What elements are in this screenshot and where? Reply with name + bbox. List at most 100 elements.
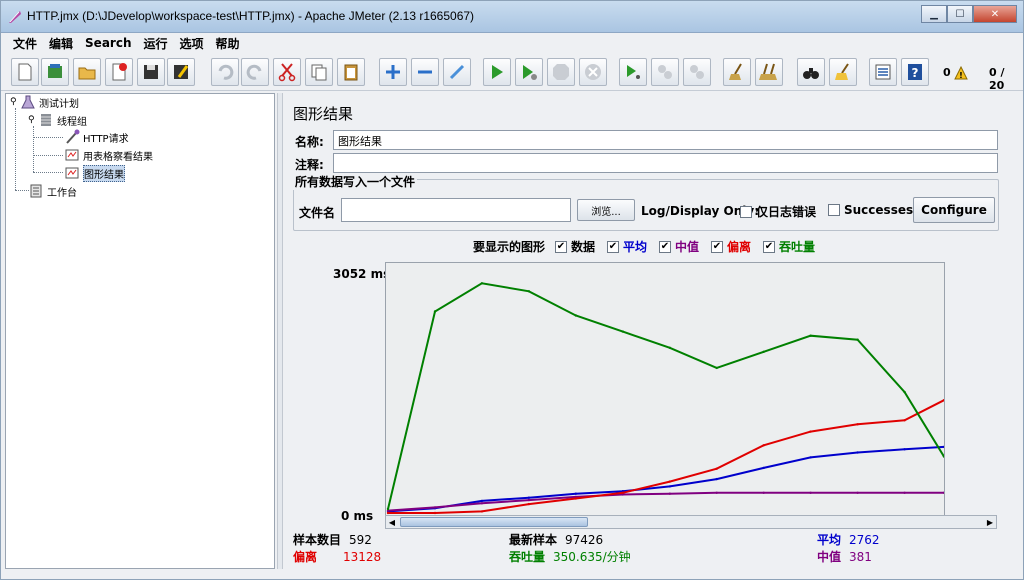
- successes-checkbox[interactable]: Successes: [828, 203, 913, 217]
- menu-help[interactable]: 帮助: [210, 35, 246, 52]
- listener-icon: [65, 167, 79, 179]
- title-bar: HTTP.jmx (D:\JDevelop\workspace-test\HTT…: [1, 1, 1023, 33]
- tree-item-workbench[interactable]: 工作台: [28, 183, 77, 199]
- copy-button[interactable]: [305, 58, 333, 86]
- broom-icon: [729, 63, 742, 80]
- graph-plot-area: [385, 262, 945, 516]
- minimize-button[interactable]: ▁: [921, 5, 947, 23]
- search-button[interactable]: [797, 58, 825, 86]
- scroll-right-arrow-icon[interactable]: ▶: [984, 516, 996, 528]
- expand-handle-icon[interactable]: ⚲: [10, 97, 20, 107]
- save-icon: [144, 65, 158, 79]
- graph-throughput-checkbox[interactable]: ✔ 吞吐量: [763, 238, 815, 255]
- series-point-1-11: [903, 491, 906, 494]
- menu-search[interactable]: Search: [79, 36, 137, 50]
- minus-icon: [418, 70, 432, 74]
- thread-spool-icon: [41, 114, 51, 126]
- stat-deviation: 偏离 13128: [293, 550, 382, 564]
- checkmark-icon: ✔: [607, 240, 619, 253]
- tree-item-graph-results[interactable]: 图形结果: [64, 164, 125, 182]
- series-point-3-8: [762, 350, 765, 353]
- series-point-2-1: [433, 511, 437, 515]
- menu-run[interactable]: 运行: [137, 35, 173, 52]
- graph-deviation-checkbox[interactable]: ✔ 偏离: [711, 238, 751, 255]
- y-axis-max-label: 3052 ms: [333, 267, 391, 281]
- scroll-thumb[interactable]: [400, 517, 588, 527]
- clear-button[interactable]: [723, 58, 751, 86]
- svg-text:!: !: [959, 71, 963, 80]
- remote-start-button[interactable]: [619, 58, 647, 86]
- series-point-0-8: [762, 466, 765, 470]
- warning-icon[interactable]: !: [954, 66, 968, 80]
- series-point-1-10: [856, 491, 859, 494]
- start-button[interactable]: [483, 58, 511, 86]
- stop-button[interactable]: [547, 58, 575, 86]
- scroll-left-arrow-icon[interactable]: ◀: [386, 516, 398, 528]
- graphs-to-display-label: 要显示的图形: [473, 240, 546, 254]
- graph-median-checkbox[interactable]: ✔ 中值: [659, 238, 699, 255]
- tree-item-http-request[interactable]: HTTP请求: [64, 129, 129, 145]
- errors-only-checkbox[interactable]: 仅日志错误: [740, 203, 816, 220]
- brooms-icon: [759, 63, 777, 80]
- filename-input[interactable]: [341, 198, 571, 222]
- undo-button[interactable]: [211, 58, 239, 86]
- jmeter-window: HTTP.jmx (D:\JDevelop\workspace-test\HTT…: [0, 0, 1024, 580]
- menu-edit[interactable]: 编辑: [43, 35, 79, 52]
- name-input[interactable]: 图形结果: [333, 130, 998, 150]
- save-button[interactable]: [137, 58, 165, 86]
- graph-average-checkbox[interactable]: ✔ 平均: [607, 238, 647, 255]
- reset-search-button[interactable]: [829, 58, 857, 86]
- flask-icon: [21, 95, 35, 109]
- expand-handle-icon[interactable]: ⚲: [28, 115, 38, 125]
- maximize-button[interactable]: ☐: [947, 5, 973, 23]
- workbench-icon: [30, 184, 42, 198]
- thread-count: 0 / 20: [989, 66, 1005, 92]
- series-point-0-11: [903, 448, 906, 451]
- series-point-3-10: [856, 338, 859, 341]
- collapse-all-button[interactable]: [411, 58, 439, 86]
- panel-splitter[interactable]: [277, 93, 283, 569]
- expand-all-button[interactable]: [379, 58, 407, 86]
- pipette-icon: [66, 129, 80, 144]
- series-point-1-6: [668, 492, 671, 495]
- binoculars-icon: [803, 68, 819, 79]
- graph-results-panel: 图形结果 名称: 图形结果 注释: 所有数据写入一个文件 文件名 浏览... L…: [285, 93, 1005, 569]
- test-plan-tree: ⚲ 测试计划 ⚲ 线程组 HTTP请求 用表格察看结果 图形结果 工作台: [5, 93, 275, 569]
- comment-label: 注释:: [295, 158, 324, 172]
- remote-shutdown-button[interactable]: [683, 58, 711, 86]
- shutdown-button[interactable]: [579, 58, 607, 86]
- open-button[interactable]: [73, 58, 101, 86]
- templates-button[interactable]: [41, 58, 69, 86]
- series-point-2-8: [762, 444, 765, 447]
- graph-horizontal-scrollbar[interactable]: ◀ ▶: [385, 515, 997, 529]
- close-button[interactable]: ✕: [973, 5, 1017, 23]
- toggle-button[interactable]: [443, 58, 471, 86]
- configure-button[interactable]: Configure: [913, 197, 995, 223]
- series-point-1-8: [762, 491, 765, 494]
- tree-item-thread-group[interactable]: ⚲ 线程组: [28, 112, 87, 128]
- error-count: 0: [943, 66, 951, 79]
- clear-all-button[interactable]: [755, 58, 783, 86]
- help-button[interactable]: ?: [901, 58, 929, 86]
- menu-bar: 文件 编辑 Search 运行 选项 帮助: [1, 33, 1023, 53]
- remote-stop-button[interactable]: [651, 58, 679, 86]
- plus-icon: [386, 65, 400, 79]
- tree-item-view-results-table[interactable]: 用表格察看结果: [64, 147, 153, 163]
- redo-button[interactable]: [241, 58, 269, 86]
- name-label: 名称:: [295, 135, 324, 149]
- toggle-wand-icon: [449, 64, 465, 80]
- comment-input[interactable]: [333, 153, 998, 173]
- series-point-2-10: [856, 423, 859, 426]
- paste-button[interactable]: [337, 58, 365, 86]
- menu-file[interactable]: 文件: [7, 35, 43, 52]
- graph-data-checkbox[interactable]: ✔ 数据: [555, 238, 595, 255]
- tree-item-test-plan[interactable]: ⚲ 测试计划: [10, 94, 79, 110]
- save-as-button[interactable]: [167, 58, 195, 86]
- close-file-button[interactable]: [105, 58, 133, 86]
- function-helper-button[interactable]: [869, 58, 897, 86]
- menu-options[interactable]: 选项: [174, 35, 210, 52]
- start-no-pauses-button[interactable]: [515, 58, 543, 86]
- browse-button[interactable]: 浏览...: [577, 199, 635, 221]
- new-button[interactable]: [11, 58, 39, 86]
- cut-button[interactable]: [273, 58, 301, 86]
